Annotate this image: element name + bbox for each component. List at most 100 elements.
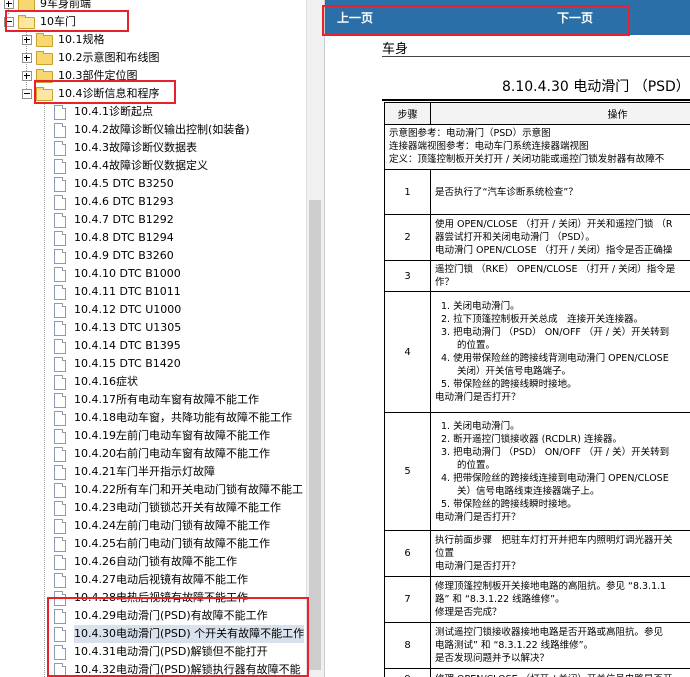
tree-folder-node[interactable]: 9车身前端 xyxy=(0,0,306,13)
tree-doc-node[interactable]: 10.4.32电动滑门(PSD)解锁执行器有故障不能 xyxy=(0,661,306,677)
tree-node-label[interactable]: 10.4.2故障诊断仪输出控制(如装备) xyxy=(74,121,250,139)
tree-node-label[interactable]: 10.4.25右前门电动门锁有故障不能工作 xyxy=(74,535,270,553)
expand-icon[interactable] xyxy=(22,35,32,45)
tree-folder-node[interactable]: 10车门 xyxy=(0,13,306,31)
tree-node-label[interactable]: 10.4.9 DTC B3260 xyxy=(74,247,174,265)
tree-doc-node[interactable]: 10.4.25右前门电动门锁有故障不能工作 xyxy=(0,535,306,553)
tree-doc-node[interactable]: 10.4.18电动车窗，共降功能有故障不能工作 xyxy=(0,409,306,427)
tree-doc-node[interactable]: 10.4.14 DTC B1395 xyxy=(0,337,306,355)
tree-node-label[interactable]: 10.4.17所有电动车窗有故障不能工作 xyxy=(74,391,259,409)
tree-node-label[interactable]: 10.4.24左前门电动门锁有故障不能工作 xyxy=(74,517,270,535)
tree-node-label[interactable]: 10.3部件定位图 xyxy=(58,67,138,85)
procedure-step-row: 9 修理 OPEN/CLOSE （打开 / 关闭）开关信号电路是否开 xyxy=(384,668,690,677)
tree-node-label[interactable]: 10.4.19左前门电动车窗有故障不能工作 xyxy=(74,427,270,445)
tree-node-label[interactable]: 10.4.1诊断起点 xyxy=(74,103,153,121)
tree-doc-node[interactable]: 10.4.20右前门电动车窗有故障不能工作 xyxy=(0,445,306,463)
document-icon xyxy=(54,645,66,660)
tree-node-label[interactable]: 10.4.29电动滑门(PSD)有故障不能工作 xyxy=(74,607,268,625)
tree-doc-node[interactable]: 10.4.17所有电动车窗有故障不能工作 xyxy=(0,391,306,409)
document-icon xyxy=(54,123,66,138)
tree-node-label[interactable]: 10车门 xyxy=(40,13,76,31)
document-icon xyxy=(54,429,66,444)
tree-doc-node[interactable]: 10.4.3故障诊断仪数据表 xyxy=(0,139,306,157)
tree-doc-node[interactable]: 10.4.15 DTC B1420 xyxy=(0,355,306,373)
navigation-tree: 9车身前端 10车门 10.1规格 10.2示意图和布线图 10.3部件定位图 10.4诊… xyxy=(0,0,306,677)
tree-doc-node[interactable]: 10.4.12 DTC U1000 xyxy=(0,301,306,319)
tree-scrollbar[interactable] xyxy=(306,0,324,677)
expand-icon[interactable] xyxy=(22,71,32,81)
tree-doc-node[interactable]: 10.4.6 DTC B1293 xyxy=(0,193,306,211)
tree-doc-node[interactable]: 10.4.13 DTC U1305 xyxy=(0,319,306,337)
step-action: 修理顶篷控制板开关接地电路的高阻抗。参见 “8.3.1.1 路” 和 “8.3.1… xyxy=(430,576,690,623)
tree-folder-node[interactable]: 10.2示意图和布线图 xyxy=(0,49,306,67)
folder-icon xyxy=(36,33,53,47)
tree-node-label[interactable]: 10.4.8 DTC B1294 xyxy=(74,229,174,247)
tree-node-label[interactable]: 10.4.13 DTC U1305 xyxy=(74,319,181,337)
tree-node-label[interactable]: 10.4.7 DTC B1292 xyxy=(74,211,174,229)
tree-doc-node[interactable]: 10.4.4故障诊断仪数据定义 xyxy=(0,157,306,175)
tree-doc-node[interactable]: 10.4.29电动滑门(PSD)有故障不能工作 xyxy=(0,607,306,625)
tree-doc-node[interactable]: 10.4.10 DTC B1000 xyxy=(0,265,306,283)
tree-node-label[interactable]: 9车身前端 xyxy=(40,0,91,13)
expand-icon[interactable] xyxy=(4,0,14,9)
tree-folder-node[interactable]: 10.4诊断信息和程序 xyxy=(0,85,306,103)
tree-node-label[interactable]: 10.4.11 DTC B1011 xyxy=(74,283,181,301)
tree-node-label[interactable]: 10.4.5 DTC B3250 xyxy=(74,175,174,193)
tree-doc-node[interactable]: 10.4.7 DTC B1292 xyxy=(0,211,306,229)
tree-doc-node[interactable]: 10.4.30电动滑门(PSD) 个开关有故障不能工作 xyxy=(0,625,306,643)
tree-node-label[interactable]: 10.4.12 DTC U1000 xyxy=(74,301,181,319)
document-icon xyxy=(54,177,66,192)
tree-node-label[interactable]: 10.4.27电动后视镜有故障不能工作 xyxy=(74,571,248,589)
tree-doc-node[interactable]: 10.4.23电动门锁锁芯开关有故障不能工作 xyxy=(0,499,306,517)
tree-doc-node[interactable]: 10.4.1诊断起点 xyxy=(0,103,306,121)
collapse-icon[interactable] xyxy=(4,17,14,27)
tree-doc-node[interactable]: 10.4.27电动后视镜有故障不能工作 xyxy=(0,571,306,589)
tree-node-label[interactable]: 10.4.16症状 xyxy=(74,373,138,391)
tree-doc-node[interactable]: 10.4.26自动门锁有故障不能工作 xyxy=(0,553,306,571)
tree-node-label[interactable]: 10.4.28电热后视镜有故障不能工作 xyxy=(74,589,248,607)
tree-node-label[interactable]: 10.4.32电动滑门(PSD)解锁执行器有故障不能 xyxy=(74,661,301,677)
tree-folder-node[interactable]: 10.1规格 xyxy=(0,31,306,49)
tree-node-label[interactable]: 10.4.14 DTC B1395 xyxy=(74,337,181,355)
prev-page-button[interactable]: 上一页 xyxy=(337,9,373,26)
tree-node-label[interactable]: 10.4.30电动滑门(PSD) 个开关有故障不能工作 xyxy=(74,625,305,643)
document-icon xyxy=(54,303,66,318)
tree-node-label[interactable]: 10.4.21车门半开指示灯故障 xyxy=(74,463,215,481)
tree-node-label[interactable]: 10.4.18电动车窗，共降功能有故障不能工作 xyxy=(74,409,292,427)
document-icon xyxy=(54,375,66,390)
tree-doc-node[interactable]: 10.4.24左前门电动门锁有故障不能工作 xyxy=(0,517,306,535)
step-number: 1 xyxy=(384,169,431,215)
tree-doc-node[interactable]: 10.4.31电动滑门(PSD)解锁但不能打开 xyxy=(0,643,306,661)
tree-node-label[interactable]: 10.2示意图和布线图 xyxy=(58,49,160,67)
tree-node-label[interactable]: 10.4.26自动门锁有故障不能工作 xyxy=(74,553,237,571)
collapse-icon[interactable] xyxy=(22,89,32,99)
tree-node-label[interactable]: 10.4.10 DTC B1000 xyxy=(74,265,181,283)
section-heading: 车身 xyxy=(382,42,409,57)
tree-doc-node[interactable]: 10.4.22所有车门和开关电动门锁有故障不能工 xyxy=(0,481,306,499)
tree-node-label[interactable]: 10.4.23电动门锁锁芯开关有故障不能工作 xyxy=(74,499,281,517)
tree-doc-node[interactable]: 10.4.9 DTC B3260 xyxy=(0,247,306,265)
tree-folder-node[interactable]: 10.3部件定位图 xyxy=(0,67,306,85)
tree-doc-node[interactable]: 10.4.28电热后视镜有故障不能工作 xyxy=(0,589,306,607)
tree-node-label[interactable]: 10.4.3故障诊断仪数据表 xyxy=(74,139,197,157)
expand-icon[interactable] xyxy=(22,53,32,63)
tree-doc-node[interactable]: 10.4.21车门半开指示灯故障 xyxy=(0,463,306,481)
tree-node-label[interactable]: 10.4.15 DTC B1420 xyxy=(74,355,181,373)
tree-doc-node[interactable]: 10.4.19左前门电动车窗有故障不能工作 xyxy=(0,427,306,445)
tree-scrollbar-thumb[interactable] xyxy=(309,200,321,670)
next-page-button[interactable]: 下一页 xyxy=(557,9,593,26)
tree-node-label[interactable]: 10.1规格 xyxy=(58,31,105,49)
tree-node-label[interactable]: 10.4.6 DTC B1293 xyxy=(74,193,174,211)
tree-node-label[interactable]: 10.4.20右前门电动车窗有故障不能工作 xyxy=(74,445,270,463)
tree-doc-node[interactable]: 10.4.11 DTC B1011 xyxy=(0,283,306,301)
tree-doc-node[interactable]: 10.4.16症状 xyxy=(0,373,306,391)
tree-node-label[interactable]: 10.4.22所有车门和开关电动门锁有故障不能工 xyxy=(74,481,303,499)
action-line: 修理顶篷控制板开关接地电路的高阻抗。参见 “8.3.1.1 xyxy=(435,581,667,592)
tree-doc-node[interactable]: 10.4.8 DTC B1294 xyxy=(0,229,306,247)
tree-node-label[interactable]: 10.4.4故障诊断仪数据定义 xyxy=(74,157,208,175)
tree-doc-node[interactable]: 10.4.5 DTC B3250 xyxy=(0,175,306,193)
tree-node-label[interactable]: 10.4.31电动滑门(PSD)解锁但不能打开 xyxy=(74,643,268,661)
tree-doc-node[interactable]: 10.4.2故障诊断仪输出控制(如装备) xyxy=(0,121,306,139)
document-icon xyxy=(54,465,66,480)
tree-node-label[interactable]: 10.4诊断信息和程序 xyxy=(58,85,160,103)
